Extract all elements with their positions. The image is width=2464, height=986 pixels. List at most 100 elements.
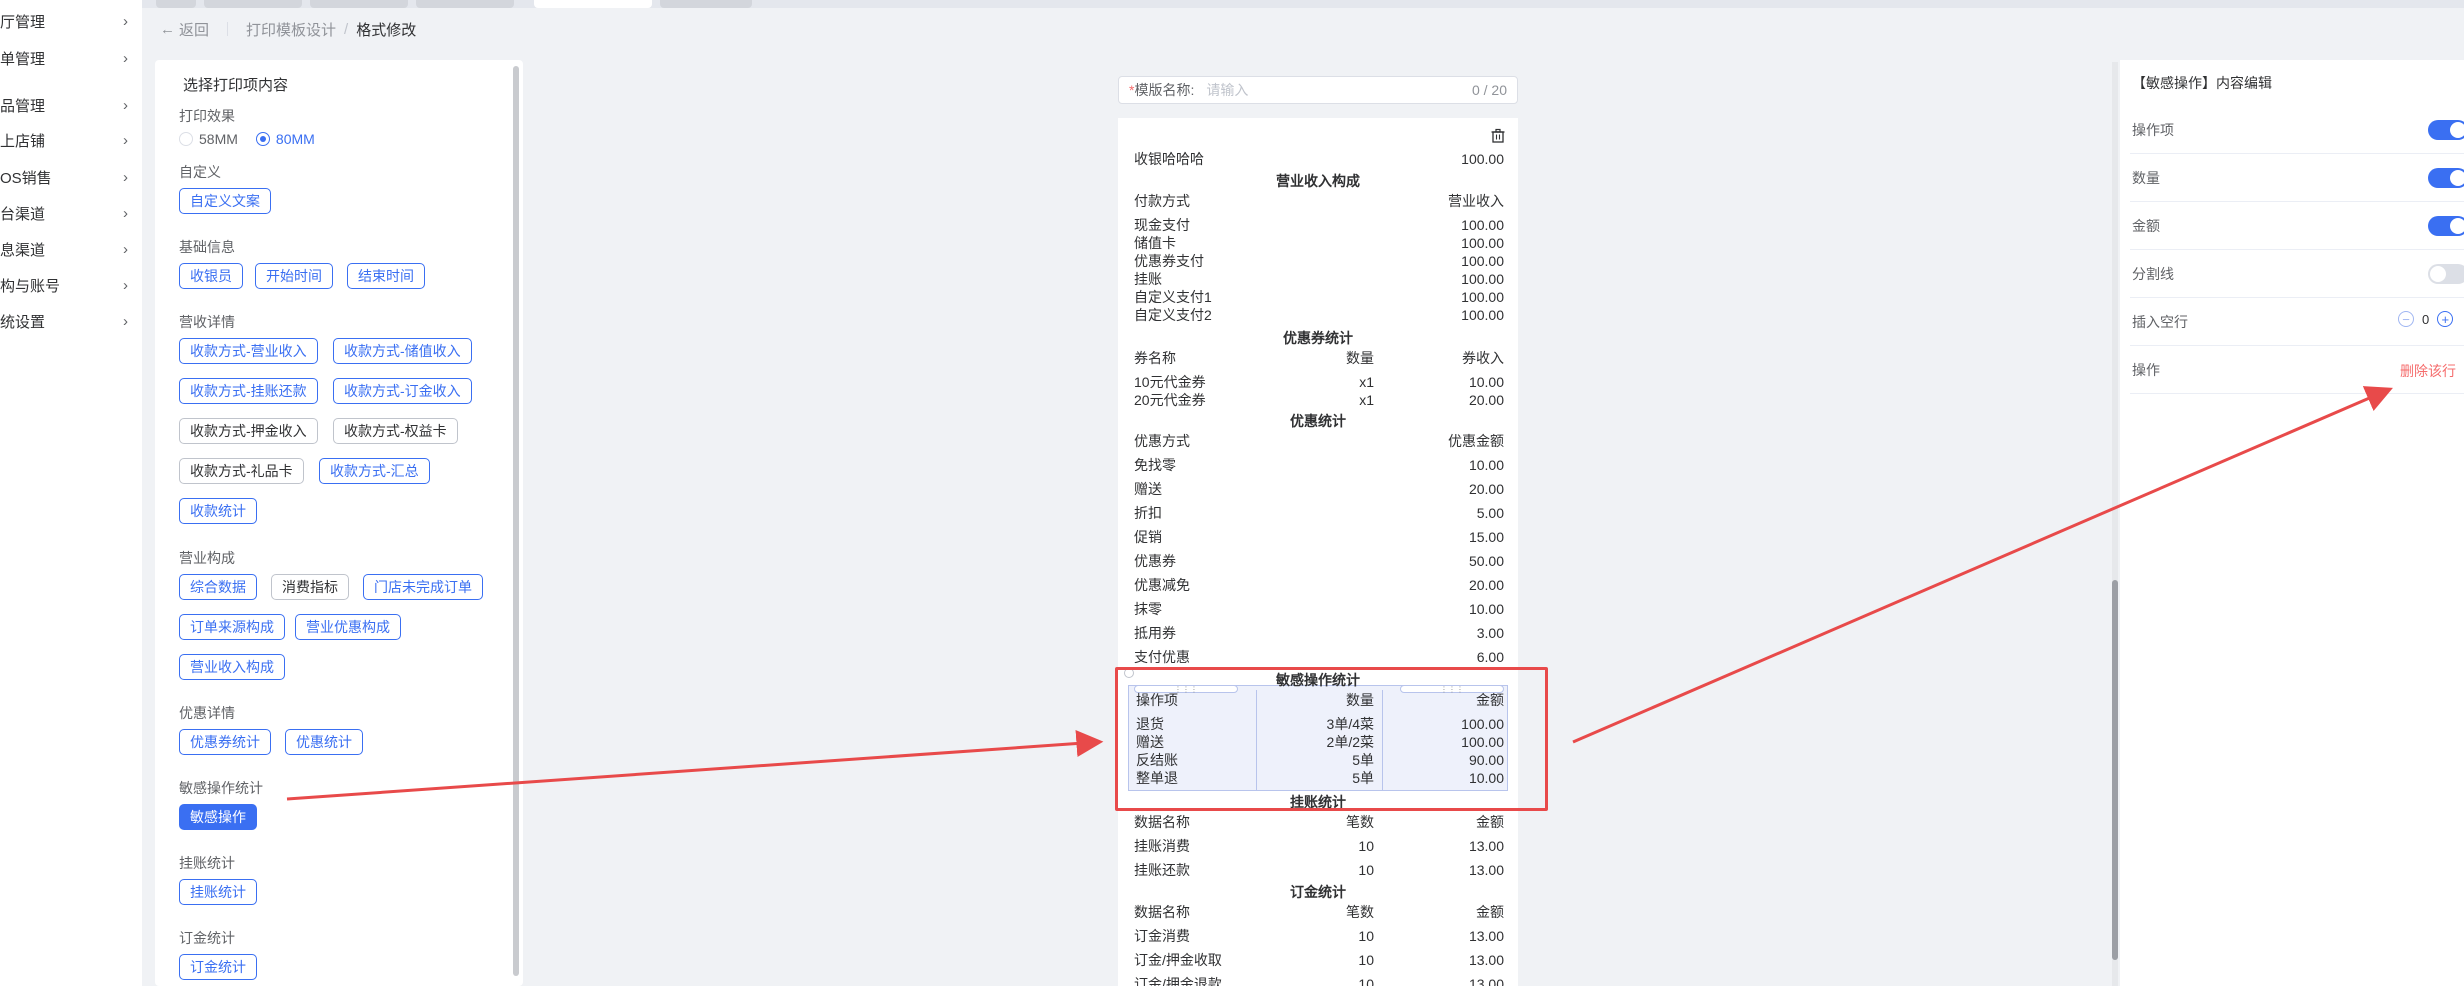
receipt-cell-name: 挂账 bbox=[1134, 271, 1162, 287]
radio-58mm-label[interactable]: 58MM bbox=[199, 131, 238, 147]
chevron-right-icon: › bbox=[123, 276, 128, 294]
chip-discount-stats[interactable]: 优惠统计 bbox=[285, 729, 363, 755]
chip-end-time[interactable]: 结束时间 bbox=[347, 263, 425, 289]
chip-credit-stats[interactable]: 挂账统计 bbox=[179, 879, 257, 905]
chip-sensitive-operation[interactable]: 敏感操作 bbox=[179, 804, 257, 830]
sidebar-item-product[interactable]: 品管理 › bbox=[0, 90, 142, 120]
receipt-cell-value: 100.00 bbox=[1461, 217, 1504, 233]
radio-58mm[interactable] bbox=[179, 132, 193, 146]
sidebar-item-pos-sales[interactable]: OS销售 › bbox=[0, 162, 142, 192]
sidebar-item-hall[interactable]: 厅管理 › bbox=[0, 6, 142, 36]
receipt-cell-value: 金额 bbox=[1476, 814, 1504, 830]
chip-business-discount[interactable]: 营业优惠构成 bbox=[295, 614, 401, 640]
chip-start-time[interactable]: 开始时间 bbox=[255, 263, 333, 289]
tab[interactable] bbox=[660, 0, 752, 8]
tabs-strip bbox=[142, 0, 2464, 8]
toggle-amount[interactable] bbox=[2428, 216, 2464, 236]
tab[interactable] bbox=[310, 0, 408, 8]
receipt-cell-name: 折扣 bbox=[1134, 505, 1162, 521]
receipt-cell-value: 20.00 bbox=[1468, 577, 1504, 593]
chip-collection-stats[interactable]: 收款统计 bbox=[179, 498, 257, 524]
canvas-scrollbar-thumb[interactable] bbox=[2112, 580, 2118, 960]
receipt-cell-value: 10.00 bbox=[1468, 374, 1504, 390]
stepper-value[interactable]: 0 bbox=[2422, 312, 2429, 327]
receipt-cell-name: 优惠方式 bbox=[1134, 433, 1190, 449]
chip-revenue-stored[interactable]: 收款方式-储值收入 bbox=[333, 338, 472, 364]
sidebar-item-label: 息渠道 bbox=[0, 241, 46, 259]
sidebar-item-online-store[interactable]: 上店铺 › bbox=[0, 125, 142, 155]
receipt-row: 抹零 10.00 bbox=[1134, 600, 1504, 618]
tab[interactable] bbox=[204, 0, 302, 8]
receipt-row: 收银哈哈哈 100.00 bbox=[1134, 150, 1504, 168]
receipt-cell-value: 13.00 bbox=[1468, 838, 1504, 854]
chip-unfinished-orders[interactable]: 门店未完成订单 bbox=[363, 574, 483, 600]
receipt-cell-qty: 10 bbox=[1358, 952, 1374, 968]
arrow-left-icon: ← bbox=[160, 20, 175, 38]
chip-cashier[interactable]: 收银员 bbox=[179, 263, 243, 289]
chip-business-income[interactable]: 营业收入构成 bbox=[179, 654, 285, 680]
receipt-cell-name: 优惠券支付 bbox=[1134, 253, 1204, 269]
tab[interactable] bbox=[156, 0, 196, 8]
receipt-cell-value: 营业收入 bbox=[1448, 193, 1504, 209]
receipt-row: 订金消费 10 13.00 bbox=[1134, 927, 1504, 945]
receipt-row: 现金支付 100.00 bbox=[1134, 216, 1504, 234]
receipt-cell-name: 自定义支付2 bbox=[1134, 307, 1212, 323]
chip-deposit-stats[interactable]: 订金统计 bbox=[179, 954, 257, 980]
chip-revenue-credit-repay[interactable]: 收款方式-挂账还款 bbox=[179, 378, 318, 404]
toggle-operation-item[interactable] bbox=[2428, 120, 2464, 140]
chip-revenue-deposit[interactable]: 收款方式-订金收入 bbox=[333, 378, 472, 404]
sensitive-stats-label: 敏感操作统计 bbox=[179, 780, 263, 796]
sidebar-item-platform-channel[interactable]: 台渠道 › bbox=[0, 198, 142, 228]
receipt-cell-value: 13.00 bbox=[1468, 976, 1504, 986]
chip-custom-text[interactable]: 自定义文案 bbox=[179, 188, 271, 214]
minus-icon[interactable]: − bbox=[2398, 311, 2414, 327]
receipt-cell-name: 挂账消费 bbox=[1134, 838, 1190, 854]
chip-revenue-membership-card[interactable]: 收款方式-权益卡 bbox=[333, 418, 458, 444]
chip-coupon-stats[interactable]: 优惠券统计 bbox=[179, 729, 271, 755]
chip-revenue-business[interactable]: 收款方式-营业收入 bbox=[179, 338, 318, 364]
receipt-section-title: 订金统计 bbox=[1290, 884, 1346, 900]
sidebar-item-order[interactable]: 单管理 › bbox=[0, 43, 142, 73]
breadcrumb-parent[interactable]: 打印模板设计 bbox=[246, 19, 336, 40]
template-name-field[interactable]: * 模版名称: 请输入 0 / 20 bbox=[1118, 76, 1518, 104]
receipt-cell-value: 50.00 bbox=[1468, 553, 1504, 569]
chip-overall-data[interactable]: 综合数据 bbox=[179, 574, 257, 600]
tab[interactable] bbox=[416, 0, 514, 8]
receipt-row: 券名称 数量 券收入 bbox=[1134, 349, 1504, 367]
radio-80mm-label[interactable]: 80MM bbox=[276, 131, 315, 147]
back-button[interactable]: ← 返回 bbox=[160, 19, 209, 40]
chip-revenue-pledge[interactable]: 收款方式-押金收入 bbox=[179, 418, 318, 444]
sidebar-item-label: 构与账号 bbox=[0, 277, 61, 295]
template-name-input[interactable]: 请输入 bbox=[1206, 80, 1472, 100]
tab-active[interactable] bbox=[534, 0, 652, 8]
sidebar-item-org-account[interactable]: 构与账号 › bbox=[0, 270, 142, 300]
sidebar-item-message-channel[interactable]: 息渠道 › bbox=[0, 234, 142, 264]
receipt-row: 储值卡 100.00 bbox=[1134, 234, 1504, 252]
receipt-cell-name: 免找零 bbox=[1134, 457, 1176, 473]
receipt-cell-value: 100.00 bbox=[1461, 307, 1504, 323]
delete-row-button[interactable]: 删除该行 bbox=[2400, 361, 2456, 381]
chip-revenue-summary[interactable]: 收款方式-汇总 bbox=[319, 458, 430, 484]
business-composition-label: 营业构成 bbox=[179, 550, 235, 566]
plus-icon[interactable]: + bbox=[2437, 311, 2454, 327]
row-label: 分割线 bbox=[2132, 265, 2174, 282]
receipt-row: 10元代金券 x1 10.00 bbox=[1134, 373, 1504, 391]
receipt-cell-qty: 笔数 bbox=[1346, 814, 1374, 830]
sidebar-item-system-settings[interactable]: 统设置 › bbox=[0, 306, 142, 336]
chip-consumption-index[interactable]: 消费指标 bbox=[271, 574, 349, 600]
receipt-cell-value: 5.00 bbox=[1476, 505, 1504, 521]
receipt-cell-name: 挂账还款 bbox=[1134, 862, 1190, 878]
chevron-right-icon: › bbox=[123, 49, 128, 67]
toggle-quantity[interactable] bbox=[2428, 168, 2464, 188]
chevron-right-icon: › bbox=[123, 12, 128, 30]
radio-80mm[interactable] bbox=[255, 132, 270, 146]
scrollbar[interactable] bbox=[513, 66, 519, 976]
toggle-divider-line[interactable] bbox=[2428, 264, 2464, 284]
receipt-cell-value: 20.00 bbox=[1468, 392, 1504, 408]
chip-order-source[interactable]: 订单来源构成 bbox=[179, 614, 285, 640]
trash-icon[interactable] bbox=[1490, 128, 1506, 144]
char-counter: 0 / 20 bbox=[1471, 82, 1507, 98]
chip-revenue-gift-card[interactable]: 收款方式-礼品卡 bbox=[179, 458, 304, 484]
receipt-cell-name: 付款方式 bbox=[1134, 193, 1190, 209]
row-label: 操作 bbox=[2132, 361, 2160, 378]
